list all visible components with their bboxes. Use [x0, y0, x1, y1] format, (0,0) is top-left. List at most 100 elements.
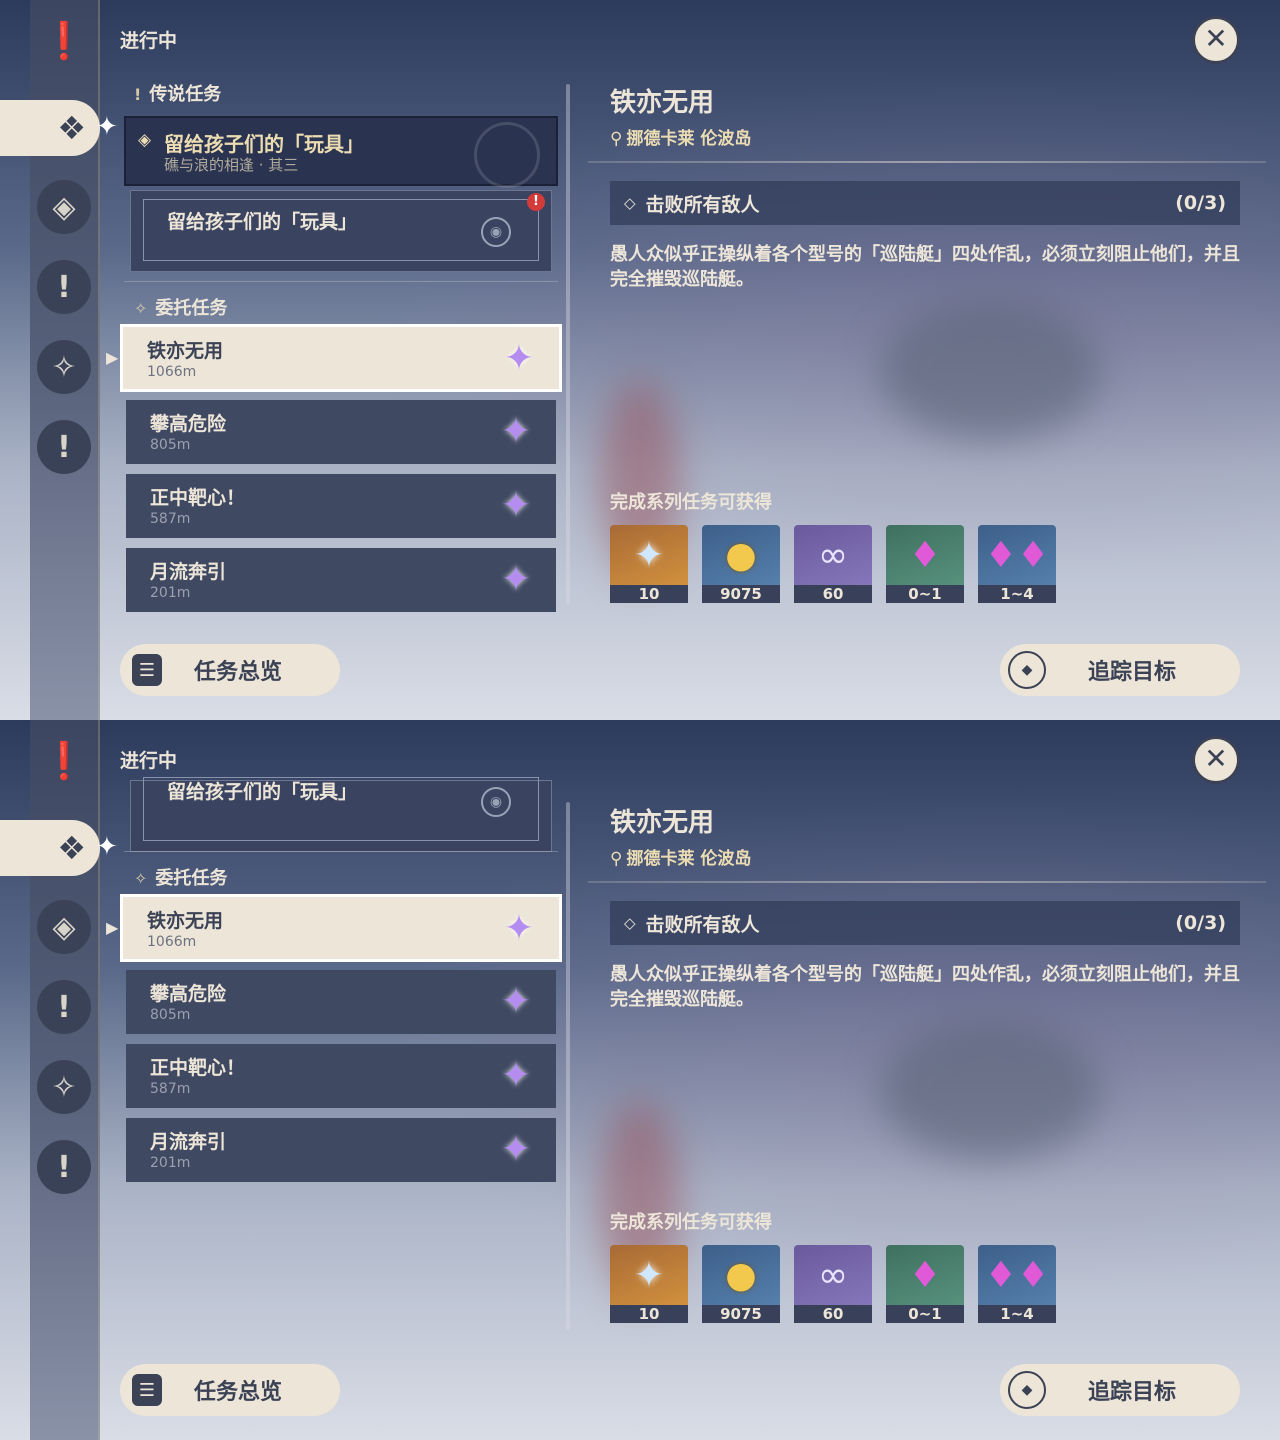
commission-gem-icon: ✦: [500, 1129, 532, 1170]
objective-row: ◇ 击败所有敌人 (0/3): [610, 901, 1240, 945]
rewards-title: 完成系列任务可获得: [610, 492, 772, 513]
sidebar-item-all-quests[interactable]: ❖: [0, 100, 100, 156]
reward-crystal-cluster[interactable]: ♦♦ 1~4: [978, 1245, 1056, 1323]
commission-gem-icon: ✦: [503, 338, 535, 379]
section-archon: ! 传说任务: [134, 80, 221, 106]
quest-distance: 805m: [150, 1007, 191, 1023]
quest-overview-button[interactable]: ☰ 任务总览: [120, 1364, 340, 1416]
detail-divider: [588, 161, 1266, 163]
quest-screen-top: ❗ ◈ ! ✧ ! ❖ ✦ 进行中 ! 传说任务 ◈ 留给孩子们的「玩具」 礁与浪…: [0, 0, 1280, 720]
quest-detail-title: 铁亦无用: [610, 88, 715, 118]
objective-text: 击败所有敌人: [645, 193, 760, 216]
story-quest-icon[interactable]: !: [37, 980, 91, 1034]
location-pin-icon[interactable]: ◉: [481, 787, 511, 817]
objective-progress: (0/3): [1175, 192, 1226, 214]
reward-crystal-chunk[interactable]: ♦ 0~1: [886, 525, 964, 603]
sparkle-icon: ✦: [96, 112, 118, 142]
quest-name: 正中靶心！: [150, 1057, 246, 1079]
reward-crystal-cluster[interactable]: ♦♦ 1~4: [978, 525, 1056, 603]
commission-marker-icon: ✧: [134, 299, 148, 318]
reward-companionship[interactable]: ∞ 60: [794, 1245, 872, 1323]
objective-diamond-icon: ◇: [624, 914, 636, 932]
quest-item-2[interactable]: 攀高危险 805m ✦: [126, 400, 556, 464]
archon-quest-icon[interactable]: ◈: [37, 900, 91, 954]
quest-list-scrollbar[interactable]: [566, 84, 570, 604]
story-quest-card[interactable]: ◈ 留给孩子们的「玩具」 礁与浪的相逢 · 其三: [124, 116, 558, 188]
track-target-button[interactable]: ◆ 追踪目标: [1000, 1364, 1240, 1416]
button-label: 追踪目标: [1088, 660, 1177, 685]
sparkle-icon: ✦: [96, 832, 118, 862]
sidebar-item-all-quests[interactable]: ❖: [0, 820, 100, 876]
quest-list-scrollbar[interactable]: [566, 802, 570, 1330]
close-icon: ✕: [1204, 22, 1228, 55]
quest-distance: 805m: [150, 437, 191, 453]
reward-qty: 1~4: [978, 1305, 1056, 1323]
reward-primogem[interactable]: ✦ 10: [610, 525, 688, 603]
reward-qty: 9075: [702, 1305, 780, 1323]
story-quest-icon[interactable]: !: [37, 260, 91, 314]
section-commission: ✧ 委托任务: [134, 294, 227, 320]
quest-item-3[interactable]: 正中靶心！ 587m ✦: [126, 474, 556, 538]
location-text: 挪德卡莱 伦波岛: [626, 129, 752, 149]
story-subquest-title: 留给孩子们的「玩具」: [167, 781, 358, 803]
quest-name: 攀高危险: [150, 983, 227, 1005]
reward-qty: 0~1: [886, 585, 964, 603]
world-quest-icon[interactable]: !: [37, 1140, 91, 1194]
reward-mora[interactable]: ● 9075: [702, 1245, 780, 1323]
crystal-cluster-icon: ♦♦: [984, 534, 1050, 576]
quest-book-icon[interactable]: ❗: [37, 14, 91, 68]
commission-gem-icon: ✦: [503, 908, 535, 949]
quest-book-icon[interactable]: ❗: [37, 734, 91, 788]
rewards-row: ✦ 10 ● 9075 ∞ 60 ♦ 0~1 ♦♦ 1~4: [610, 1245, 1070, 1323]
crystal-chunk-icon: ♦: [908, 1254, 942, 1296]
background-blur: [880, 300, 1100, 440]
button-label: 追踪目标: [1088, 1380, 1177, 1405]
close-button[interactable]: ✕: [1192, 16, 1240, 64]
reward-primogem[interactable]: ✦ 10: [610, 1245, 688, 1323]
story-subquest-card[interactable]: 留给孩子们的「玩具」 ◉: [130, 777, 552, 852]
reward-companionship[interactable]: ∞ 60: [794, 525, 872, 603]
quest-distance: 1066m: [147, 364, 197, 380]
all-quests-icon: ❖: [57, 109, 86, 147]
objective-row: ◇ 击败所有敌人 (0/3): [610, 181, 1240, 225]
objective-text: 击败所有敌人: [645, 913, 760, 936]
commission-icon[interactable]: ✧: [37, 340, 91, 394]
overview-icon: ☰: [132, 1374, 162, 1406]
rewards-title: 完成系列任务可获得: [610, 1212, 772, 1233]
close-button[interactable]: ✕: [1192, 736, 1240, 784]
location-pin-icon: ⚲: [610, 849, 623, 869]
exclamation-icon: !: [134, 85, 142, 104]
background-blur: [880, 1020, 1100, 1160]
rewards-row: ✦ 10 ● 9075 ∞ 60 ♦ 0~1 ♦♦ 1~4: [610, 525, 1070, 603]
button-label: 任务总览: [194, 660, 283, 685]
location-pin-icon[interactable]: ◉: [481, 217, 511, 247]
quest-distance: 1066m: [147, 934, 197, 950]
archon-quest-icon[interactable]: ◈: [37, 180, 91, 234]
story-subquest-card[interactable]: 留给孩子们的「玩具」 ◉ !: [130, 190, 552, 272]
track-target-button[interactable]: ◆ 追踪目标: [1000, 644, 1240, 696]
commission-gem-icon: ✦: [500, 411, 532, 452]
quest-item-1[interactable]: 铁亦无用 1066m ✦: [120, 324, 562, 392]
selected-arrow-icon: ▶: [106, 348, 119, 367]
reward-crystal-chunk[interactable]: ♦ 0~1: [886, 1245, 964, 1323]
quest-name: 铁亦无用: [147, 340, 224, 362]
quest-overview-button[interactable]: ☰ 任务总览: [120, 644, 340, 696]
world-quest-icon[interactable]: !: [37, 420, 91, 474]
reward-qty: 9075: [702, 585, 780, 603]
commission-icon[interactable]: ✧: [37, 1060, 91, 1114]
objective-diamond-icon: ◇: [624, 194, 636, 212]
quest-item-1[interactable]: 铁亦无用 1066m ✦: [120, 894, 562, 962]
quest-item-3[interactable]: 正中靶心！ 587m ✦: [126, 1044, 556, 1108]
overview-icon: ☰: [132, 654, 162, 686]
quest-item-2[interactable]: 攀高危险 805m ✦: [126, 970, 556, 1034]
reward-qty: 60: [794, 585, 872, 603]
divider: [124, 851, 558, 852]
reward-qty: 0~1: [886, 1305, 964, 1323]
section-label: 委托任务: [155, 868, 228, 889]
story-subquest-title: 留给孩子们的「玩具」: [167, 211, 358, 233]
mora-icon: ●: [725, 1254, 757, 1296]
section-commission: ✧ 委托任务: [134, 864, 227, 890]
quest-item-4[interactable]: 月流奔引 201m ✦: [126, 1118, 556, 1182]
quest-item-4[interactable]: 月流奔引 201m ✦: [126, 548, 556, 612]
reward-mora[interactable]: ● 9075: [702, 525, 780, 603]
